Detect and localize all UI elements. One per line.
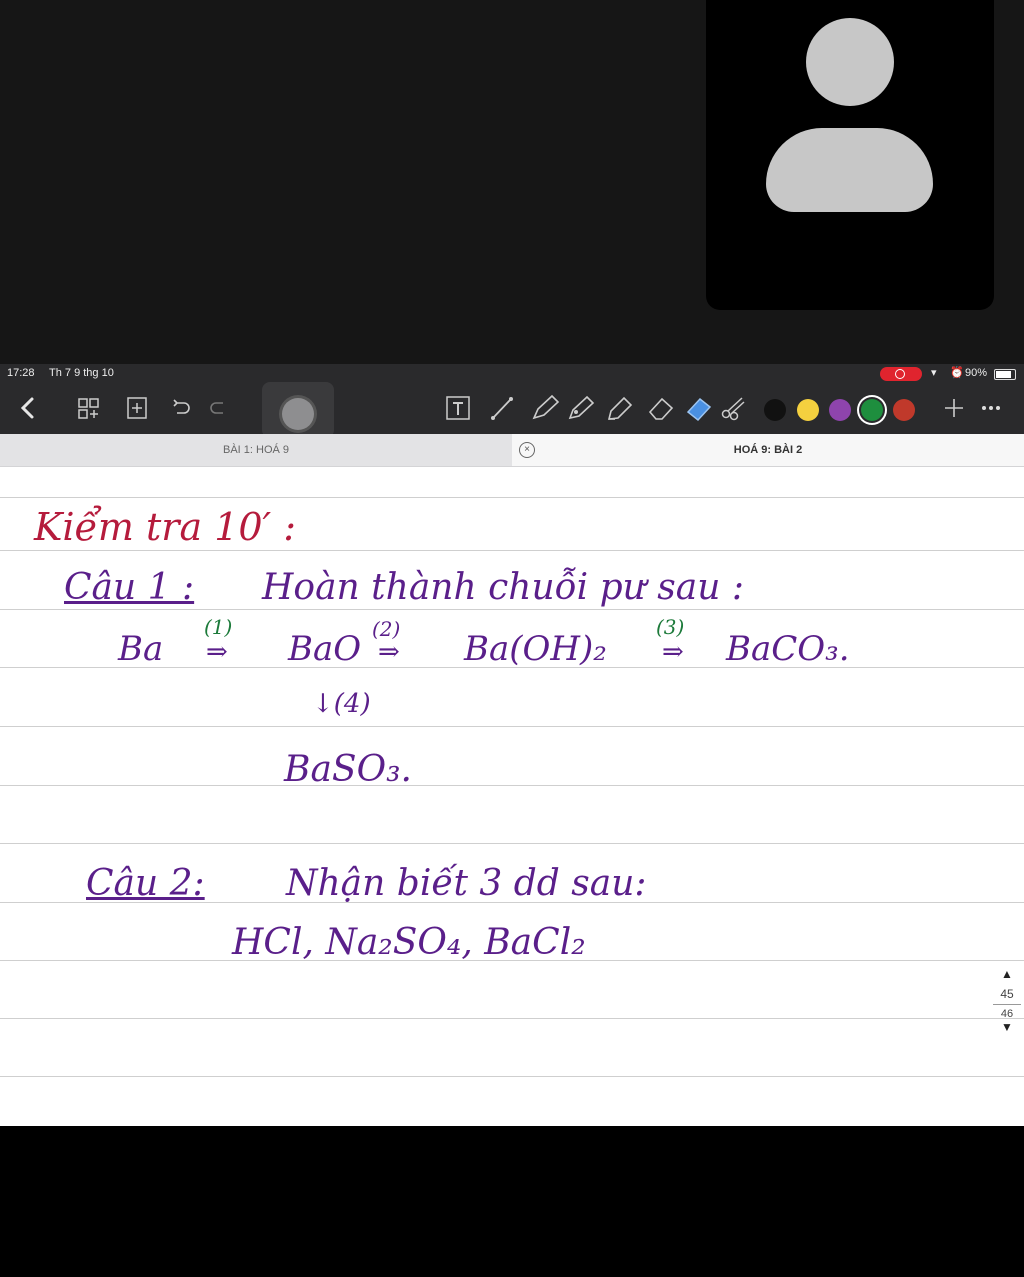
chain-baso3: BaSO₃. [284, 749, 412, 790]
chain-baco3: BaCO₃. [726, 629, 850, 669]
battery-percent: 90% [965, 367, 988, 379]
step-4-label: ↓(4) [312, 689, 371, 719]
undo-icon[interactable] [168, 394, 194, 422]
lasso-icon[interactable] [682, 394, 714, 422]
page-navigator[interactable]: ▲ 45 46 ▼ [993, 967, 1021, 1034]
color-swatch-green[interactable] [861, 399, 883, 421]
notes-toolbar [0, 382, 1024, 438]
chain-bao: BaO [288, 629, 362, 669]
pen-size-icon [282, 398, 314, 430]
tab-label: BÀI 1: HOÁ 9 [222, 444, 290, 456]
question-2-items: HCl, Na₂SO₄, BaCl₂ [232, 922, 586, 963]
ruled-line [0, 785, 1024, 786]
status-date: Th 7 9 thg 10 [49, 367, 114, 379]
note-heading: Kiểm tra 10′ : [34, 505, 297, 549]
alarm-icon: ⏰ [950, 367, 964, 379]
video-call-area [0, 0, 1024, 364]
arrow-icon: ⇒ [662, 637, 684, 667]
status-bar: 17:28 Th 7 9 thg 10 ▾ ⏰ 90% [0, 364, 1024, 384]
close-tab-icon[interactable]: × [519, 442, 535, 458]
arrow-icon: ⇒ [206, 637, 228, 667]
ruled-line [0, 609, 1024, 610]
ruled-line [0, 1076, 1024, 1077]
color-swatch-black[interactable] [764, 399, 786, 421]
add-page-icon[interactable] [124, 394, 150, 422]
shared-screen: 17:28 Th 7 9 thg 10 ▾ ⏰ 90% BÀI 1: HOÁ 9… [0, 364, 1024, 1126]
ruled-line [0, 497, 1024, 498]
chain-baoh2: Ba(OH)₂ [464, 629, 607, 669]
back-icon[interactable] [14, 394, 42, 422]
ruled-line [0, 550, 1024, 551]
color-swatch-yellow[interactable] [797, 399, 819, 421]
status-time: 17:28 [7, 367, 35, 379]
chain-ba: Ba [118, 629, 164, 669]
add-icon[interactable] [940, 394, 968, 422]
pen-icon[interactable] [530, 394, 560, 422]
page-number: 45 [1000, 987, 1014, 1001]
page-down-icon[interactable]: ▼ [993, 1020, 1021, 1034]
pen-size-button[interactable] [262, 382, 334, 438]
arrow-icon: ⇒ [378, 637, 400, 667]
question-1-label: Câu 1 : [64, 567, 195, 608]
step-3-label: (3) [656, 615, 685, 639]
tab-label: HOÁ 9: BÀI 2 [733, 444, 803, 456]
avatar-body [766, 128, 933, 212]
text-tool-icon[interactable] [444, 394, 472, 422]
ruled-line [0, 1018, 1024, 1019]
screen-record-indicator[interactable] [880, 367, 922, 381]
document-tabs: BÀI 1: HOÁ 9 HOÁ 9: BÀI 2 × [0, 434, 1024, 467]
wifi-icon: ▾ [931, 367, 937, 379]
highlighter-icon[interactable] [604, 394, 634, 422]
tab-hoa9-bai2[interactable]: HOÁ 9: BÀI 2 [512, 434, 1024, 466]
tab-bai1-hoa9[interactable]: BÀI 1: HOÁ 9 [0, 434, 513, 466]
avatar-head [806, 18, 894, 106]
participant-tile[interactable] [706, 0, 994, 310]
step-1-label: (1) [204, 615, 233, 639]
record-icon [895, 369, 905, 379]
color-swatch-red[interactable] [893, 399, 915, 421]
redo-icon[interactable] [204, 394, 230, 422]
page-number: 46 [1000, 1008, 1014, 1020]
question-2-text: Nhận biết 3 dd sau: [286, 863, 647, 904]
question-2-label: Câu 2: [86, 863, 205, 904]
scissors-icon[interactable] [718, 394, 748, 422]
ruled-line [0, 726, 1024, 727]
color-swatch-purple[interactable] [829, 399, 851, 421]
page-up-icon[interactable]: ▲ [993, 967, 1021, 981]
pencil-icon[interactable] [566, 394, 596, 422]
battery-icon [994, 369, 1016, 380]
more-icon[interactable] [978, 394, 1004, 422]
question-1-text: Hoàn thành chuỗi pư sau : [262, 567, 744, 608]
thumbnails-icon[interactable] [76, 394, 102, 422]
eraser-icon[interactable] [646, 394, 676, 422]
note-page[interactable]: Kiểm tra 10′ : Câu 1 : Hoàn thành chuỗi … [0, 467, 1024, 1126]
line-tool-icon[interactable] [488, 394, 516, 422]
ruled-line [0, 843, 1024, 844]
